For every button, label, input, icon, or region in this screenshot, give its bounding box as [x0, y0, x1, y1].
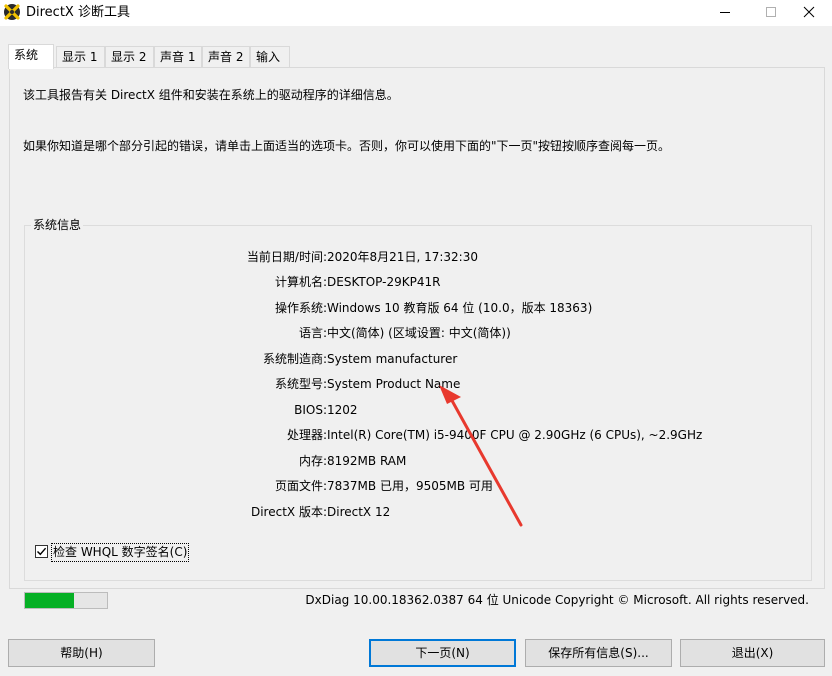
info-label: 当前日期/时间: — [246, 250, 327, 264]
info-row-language: 语言: 中文(简体) (区域设置: 中文(简体)) — [25, 324, 805, 342]
info-label: 页面文件: — [274, 479, 327, 493]
info-row-model: 系统型号: System Product Name — [25, 375, 805, 393]
directx-app-icon — [4, 4, 20, 20]
intro-text-1: 该工具报告有关 DirectX 组件和安装在系统上的驱动程序的详细信息。 — [23, 88, 399, 102]
info-value: 中文(简体) (区域设置: 中文(简体)) — [327, 326, 511, 340]
save-all-info-button[interactable]: 保存所有信息(S)... — [525, 639, 672, 667]
info-value: System Product Name — [327, 377, 461, 391]
system-info-group-title: 系统信息 — [31, 217, 84, 233]
info-row-datetime: 当前日期/时间: 2020年8月21日, 17:32:30 — [25, 248, 805, 266]
tab-input[interactable]: 输入 — [250, 46, 290, 68]
info-label: 内存: — [298, 454, 327, 468]
info-label: 系统制造商: — [262, 352, 327, 366]
info-value: 2020年8月21日, 17:32:30 — [327, 250, 478, 264]
info-row-bios: BIOS: 1202 — [25, 401, 805, 419]
minimize-icon — [720, 12, 730, 13]
tab-display-2[interactable]: 显示 2 — [105, 46, 154, 68]
info-value: DirectX 12 — [327, 505, 391, 519]
intro-text-2: 如果你知道是哪个部分引起的错误，请单击上面适当的选项卡。否则，你可以使用下面的"… — [23, 139, 671, 153]
info-row-manufacturer: 系统制造商: System manufacturer — [25, 350, 805, 368]
info-value: Intel(R) Core(TM) i5-9400F CPU @ 2.90GHz… — [327, 428, 703, 442]
progress-fill — [25, 593, 75, 608]
info-value: DESKTOP-29KP41R — [327, 275, 441, 289]
info-row-computer-name: 计算机名: DESKTOP-29KP41R — [25, 273, 805, 291]
tab-sound-1[interactable]: 声音 1 — [154, 46, 202, 68]
info-row-memory: 内存: 8192MB RAM — [25, 452, 805, 470]
close-icon — [803, 6, 815, 18]
checkmark-icon — [37, 547, 47, 556]
title-bar: DirectX 诊断工具 — [0, 0, 832, 26]
whql-checkbox-label[interactable]: 检查 WHQL 数字签名(C) — [51, 543, 190, 562]
info-value: System manufacturer — [327, 352, 458, 366]
directx-diagnostic-window: DirectX 诊断工具 系统 显示 1 显示 2 声音 1 声音 2 输入 该… — [0, 0, 832, 676]
info-label: 语言: — [298, 326, 327, 340]
info-label: 系统型号: — [274, 377, 327, 391]
close-button[interactable] — [786, 0, 832, 26]
info-label: DirectX 版本: — [250, 505, 327, 519]
help-button[interactable]: 帮助(H) — [8, 639, 155, 667]
info-row-page-file: 页面文件: 7837MB 已用，9505MB 可用 — [25, 477, 805, 495]
progress-bar — [24, 592, 108, 609]
window-title: DirectX 诊断工具 — [26, 5, 130, 20]
maximize-icon — [766, 7, 776, 17]
info-value: 1202 — [327, 403, 358, 417]
tab-system[interactable]: 系统 — [8, 44, 54, 69]
version-copyright-text: DxDiag 10.00.18362.0387 64 位 Unicode Cop… — [305, 593, 809, 607]
system-tab-panel: 该工具报告有关 DirectX 组件和安装在系统上的驱动程序的详细信息。 如果你… — [9, 67, 825, 609]
info-row-directx-version: DirectX 版本: DirectX 12 — [25, 503, 805, 521]
info-value: 8192MB RAM — [327, 454, 407, 468]
info-label: 操作系统: — [274, 301, 327, 315]
tab-display-1[interactable]: 显示 1 — [56, 46, 105, 68]
whql-checkbox[interactable] — [35, 545, 48, 558]
info-label: 计算机名: — [274, 275, 327, 289]
tab-sound-2[interactable]: 声音 2 — [202, 46, 250, 68]
system-info-group: 系统信息 当前日期/时间: 2020年8月21日, 17:32:30 计算机名:… — [24, 217, 812, 581]
info-row-processor: 处理器: Intel(R) Core(TM) i5-9400F CPU @ 2.… — [25, 426, 805, 444]
info-value: Windows 10 教育版 64 位 (10.0，版本 18363) — [327, 301, 593, 315]
info-label: 处理器: — [286, 428, 327, 442]
info-label: BIOS: — [294, 403, 327, 417]
info-row-os: 操作系统: Windows 10 教育版 64 位 (10.0，版本 18363… — [25, 299, 805, 317]
minimize-button[interactable] — [702, 0, 748, 26]
info-value: 7837MB 已用，9505MB 可用 — [327, 479, 493, 493]
next-page-button[interactable]: 下一页(N) — [369, 639, 516, 667]
exit-button[interactable]: 退出(X) — [680, 639, 825, 667]
